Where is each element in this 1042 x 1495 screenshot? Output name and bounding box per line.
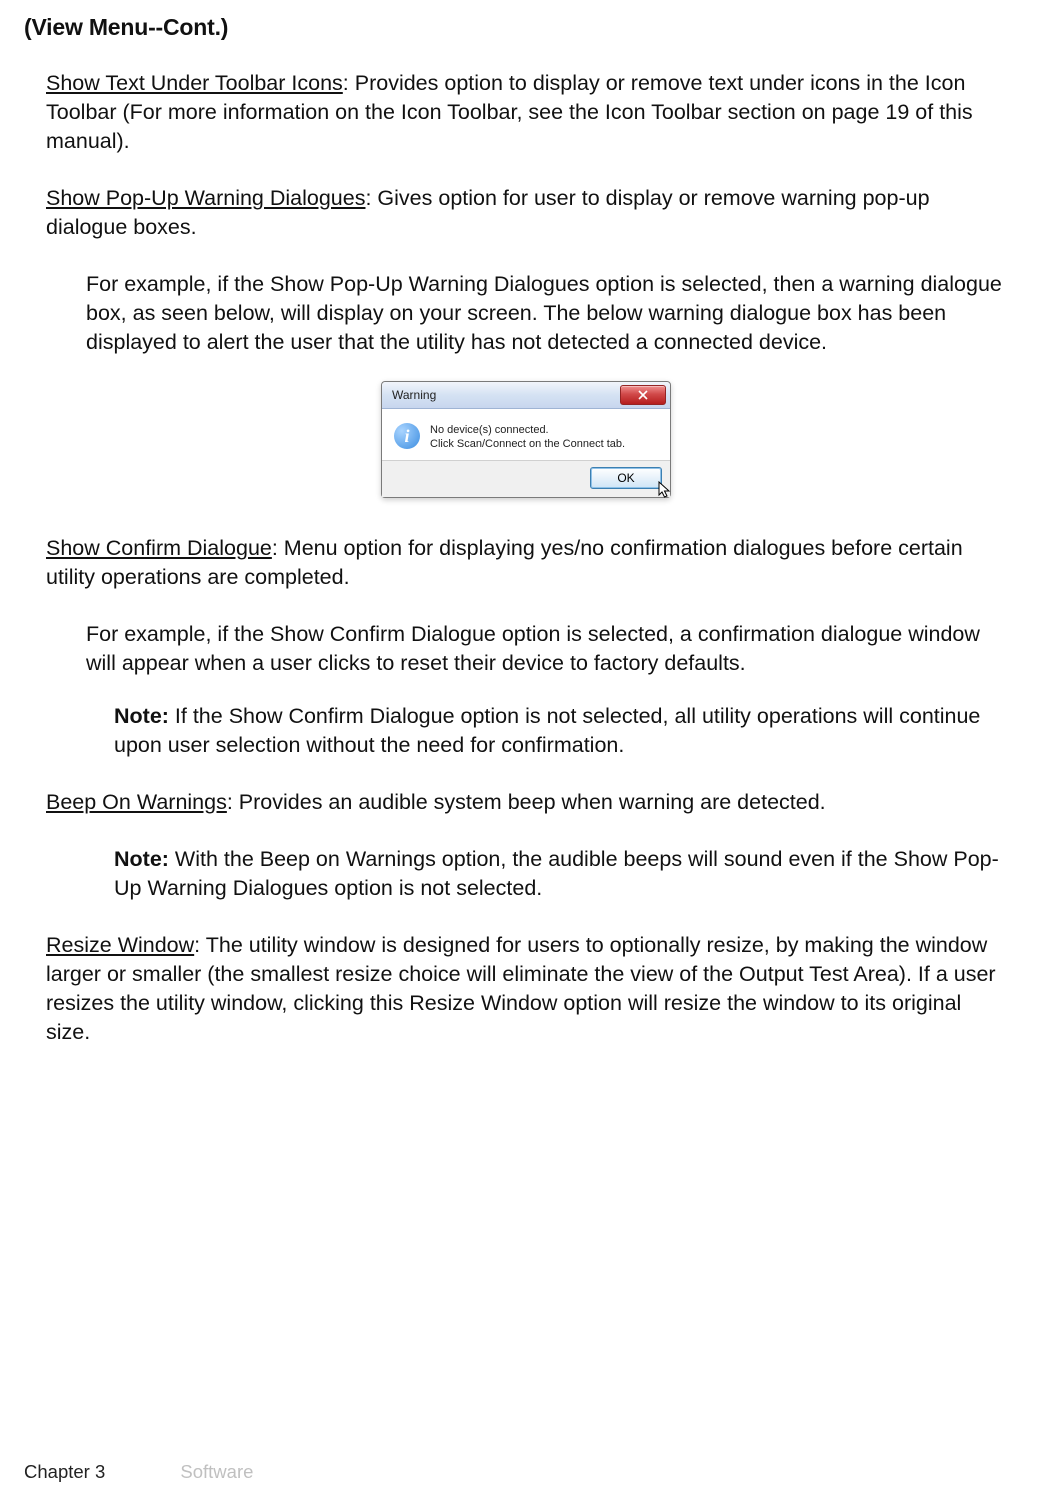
info-icon: i [394,423,420,449]
dialog-footer: OK [382,460,670,497]
entry-title: Resize Window [46,933,194,957]
entry-title: Show Text Under Toolbar Icons [46,71,343,95]
show-confirm-note: Note: If the Show Confirm Dialogue optio… [114,702,1006,760]
warning-dialog: Warning i No device(s) connected. Click … [381,381,671,498]
dialog-message: No device(s) connected. Click Scan/Conne… [430,423,625,452]
dialog-line2: Click Scan/Connect on the Connect tab. [430,437,625,451]
content-body: Show Text Under Toolbar Icons : Provides … [46,69,1006,1047]
note-label: Note: [114,847,169,871]
footer-chapter: Chapter 3 [24,1461,105,1482]
show-confirm-example: For example, if the Show Confirm Dialogu… [86,620,1006,678]
beep-note: Note: With the Beep on Warnings option, … [114,845,1006,903]
section-heading: (View Menu--Cont.) [24,14,1006,41]
note-label: Note: [114,704,169,728]
entry-title: Beep On Warnings [46,790,227,814]
show-popup-example: For example, if the Show Pop-Up Warning … [86,270,1006,357]
entry-title: Show Pop-Up Warning Dialogues [46,186,365,210]
entry-title: Show Confirm Dialogue [46,536,272,560]
entry-desc: : Provides an audible system beep when w… [227,790,826,814]
page-footer: Chapter 3 Software [24,1461,253,1483]
close-icon[interactable] [620,385,666,405]
dialog-screenshot: Warning i No device(s) connected. Click … [46,381,1006,498]
dialog-body: i No device(s) connected. Click Scan/Con… [382,409,670,460]
entry-resize: Resize Window: The utility window is des… [46,931,1006,1047]
entry-show-popup: Show Pop-Up Warning Dialogues: Gives opt… [46,184,1006,242]
entry-beep: Beep On Warnings: Provides an audible sy… [46,788,1006,817]
dialog-line1: No device(s) connected. [430,423,625,437]
dialog-titlebar: Warning [382,382,670,409]
ok-button[interactable]: OK [590,467,662,489]
document-page: (View Menu--Cont.) Show Text Under Toolb… [0,0,1042,1495]
footer-section: Software [180,1461,253,1482]
entry-show-text-under-icons: Show Text Under Toolbar Icons: Provides … [46,69,1006,156]
dialog-title: Warning [392,388,436,402]
note-text: If the Show Confirm Dialogue option is n… [114,704,980,757]
entry-show-confirm: Show Confirm Dialogue: Menu option for d… [46,534,1006,592]
note-text: With the Beep on Warnings option, the au… [114,847,999,900]
